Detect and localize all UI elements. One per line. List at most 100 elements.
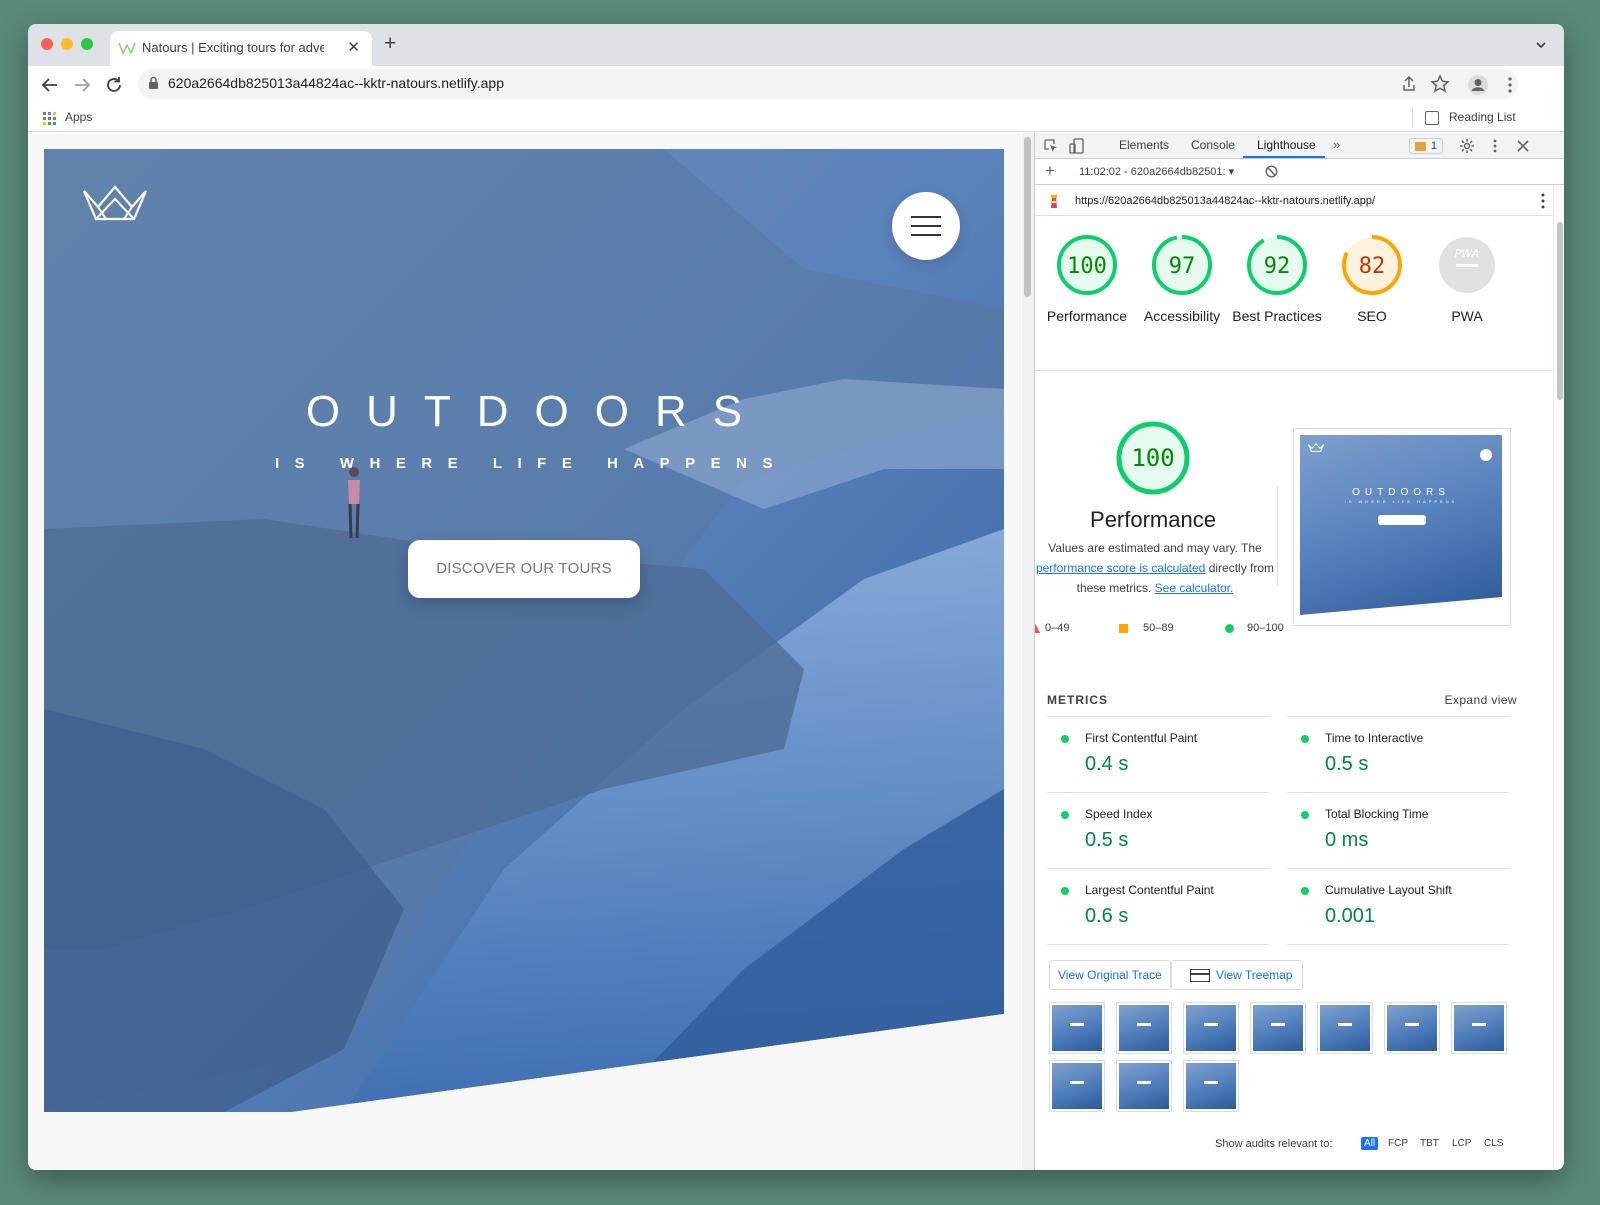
zoom-window-button[interactable]	[81, 38, 93, 50]
report-selector[interactable]: 11:02:02 - 620a2664db82501: ▾	[1079, 165, 1234, 178]
hero-title: OUTDOORS	[305, 387, 769, 436]
share-icon[interactable]	[1398, 73, 1420, 95]
filmstrip-frame	[1049, 1002, 1105, 1054]
filter-cls[interactable]: CLS	[1481, 1137, 1506, 1150]
performance-gauge: 100	[1116, 421, 1190, 495]
page-scrollbar-thumb[interactable]	[1024, 137, 1031, 297]
filmstrip-frame-image	[1387, 1005, 1437, 1051]
pass-dot-icon	[1061, 811, 1069, 819]
reading-list-button[interactable]: Reading List	[1449, 110, 1516, 124]
gauge-label: Best Practices	[1232, 308, 1322, 324]
metrics-heading: METRICS	[1047, 693, 1108, 707]
filter-lcp[interactable]: LCP	[1449, 1137, 1474, 1150]
discover-tours-button[interactable]: DISCOVER OUR TOURS	[408, 540, 640, 598]
gauge-value: 82	[1359, 254, 1386, 279]
gauge-label: Accessibility	[1143, 308, 1221, 324]
filmstrip-frame-image	[1052, 1063, 1102, 1109]
score-gauge-best-practices[interactable]: 92 Best Practices	[1229, 232, 1325, 326]
bookmarks-bar: Apps Reading List	[28, 104, 1564, 132]
filmstrip-frame-image	[1454, 1005, 1504, 1051]
browser-window: Natours | Exciting tours for adventurous…	[28, 24, 1564, 1170]
final-screenshot[interactable]: OUTDOORS IS WHERE LIFE HAPPENS	[1293, 428, 1511, 626]
score-gauge-pwa[interactable]: PWA PWA	[1419, 232, 1515, 326]
forward-arrow-icon[interactable]	[70, 73, 94, 97]
devtools-scrollbar-thumb[interactable]	[1557, 222, 1563, 400]
navigation-menu-button[interactable]	[892, 192, 960, 260]
gauge-label: SEO	[1357, 308, 1387, 324]
minimize-window-button[interactable]	[61, 38, 73, 50]
gauge-ring: 92	[1247, 235, 1307, 295]
filmstrip-frame	[1183, 1002, 1239, 1054]
filter-tbt[interactable]: TBT	[1417, 1137, 1442, 1150]
bookmark-star-icon[interactable]	[1429, 73, 1451, 95]
lighthouse-report: https://620a2664db825013a44824ac--kktr-n…	[1035, 186, 1553, 1170]
view-treemap-button[interactable]: View Treemap	[1171, 960, 1303, 990]
report-menu-icon[interactable]	[1541, 193, 1545, 209]
hero-subtitle: IS WHERE LIFE HAPPENS	[274, 455, 789, 472]
metric-name: Total Blocking Time	[1325, 807, 1429, 821]
apps-bookmark[interactable]: Apps	[65, 110, 92, 124]
score-gauge-seo[interactable]: 82 SEO	[1324, 232, 1420, 326]
section-divider	[1035, 370, 1553, 371]
settings-gear-icon[interactable]	[1459, 138, 1475, 154]
tab-elements[interactable]: Elements	[1119, 138, 1169, 152]
metric-cls: Cumulative Layout Shift 0.001	[1287, 868, 1509, 944]
devtools-scrollbar[interactable]	[1553, 186, 1564, 1170]
gauge-ring: 82	[1342, 235, 1402, 295]
metric-name: Speed Index	[1085, 807, 1153, 821]
reading-list-icon[interactable]	[1425, 111, 1439, 125]
gauge-label: PWA	[1451, 308, 1483, 324]
back-arrow-icon[interactable]	[38, 73, 62, 97]
desc-text-3: these metrics.	[1076, 581, 1152, 595]
view-original-trace-button[interactable]: View Original Trace	[1049, 960, 1171, 990]
natours-logo-icon	[82, 185, 148, 221]
audit-filter-label: Show audits relevant to:	[1215, 1138, 1333, 1150]
metric-name: First Contentful Paint	[1085, 731, 1198, 745]
gauge-value: 97	[1169, 254, 1196, 279]
filmstrip-frame-image	[1320, 1005, 1370, 1051]
close-tab-icon[interactable]: ✕	[347, 38, 360, 56]
close-window-button[interactable]	[41, 38, 53, 50]
report-url[interactable]: https://620a2664db825013a44824ac--kktr-n…	[1075, 195, 1375, 207]
metric-fcp: First Contentful Paint 0.4 s	[1047, 716, 1269, 792]
page-scrollbar[interactable]	[1022, 133, 1034, 1170]
profile-avatar-icon[interactable]	[1466, 73, 1490, 97]
pass-dot-icon	[1301, 735, 1309, 743]
score-calculated-link[interactable]: performance score is calculated	[1036, 561, 1205, 575]
filmstrip-frame-image	[1186, 1005, 1236, 1051]
reload-icon[interactable]	[102, 73, 126, 97]
tab-search-chevron-icon[interactable]	[1534, 38, 1548, 52]
lock-icon	[149, 76, 158, 89]
tab-console[interactable]: Console	[1191, 138, 1235, 152]
clear-reports-icon[interactable]	[1265, 165, 1278, 178]
filmstrip-frame-image	[1119, 1005, 1169, 1051]
tab-title: Natours | Exciting tours for adventurous…	[142, 40, 324, 55]
pwa-dash-icon	[1456, 264, 1478, 267]
more-tabs-icon[interactable]: »	[1333, 137, 1340, 152]
score-gauge-accessibility[interactable]: 97 Accessibility	[1134, 232, 1230, 326]
pass-dot-icon	[1301, 811, 1309, 819]
browser-menu-icon[interactable]	[1498, 73, 1522, 97]
gauge-value: PWA	[1455, 247, 1480, 260]
see-calculator-link[interactable]: See calculator.	[1155, 581, 1234, 595]
devtools-menu-icon[interactable]	[1487, 138, 1503, 154]
metric-speed-index: Speed Index 0.5 s	[1047, 792, 1269, 868]
score-gauge-performance[interactable]: 100 Performance	[1039, 232, 1135, 326]
audit-filter-row: Show audits relevant to: All FCP TBT LCP…	[1215, 1137, 1515, 1154]
issues-badge[interactable]: 1	[1409, 138, 1443, 154]
new-tab-button[interactable]: +	[384, 33, 396, 54]
browser-tab[interactable]: Natours | Exciting tours for adventurous…	[110, 31, 372, 66]
device-toolbar-icon[interactable]	[1069, 138, 1085, 154]
inspect-element-icon[interactable]	[1043, 138, 1059, 154]
final-screenshot-image: OUTDOORS IS WHERE LIFE HAPPENS	[1300, 435, 1502, 615]
new-report-button[interactable]: +	[1045, 161, 1055, 181]
filter-fcp[interactable]: FCP	[1385, 1137, 1411, 1150]
close-devtools-icon[interactable]	[1515, 138, 1531, 154]
apps-grid-icon[interactable]	[43, 112, 56, 125]
tab-lighthouse[interactable]: Lighthouse	[1257, 138, 1316, 152]
desc-text-1: Values are estimated and may vary. The	[1048, 541, 1262, 555]
filter-all[interactable]: All	[1361, 1137, 1379, 1150]
expand-view-toggle[interactable]: Expand view	[1445, 693, 1517, 707]
metrics-divider	[1287, 944, 1509, 945]
address-bar[interactable]: 620a2664db825013a44824ac--kktr-natours.n…	[138, 69, 1518, 99]
